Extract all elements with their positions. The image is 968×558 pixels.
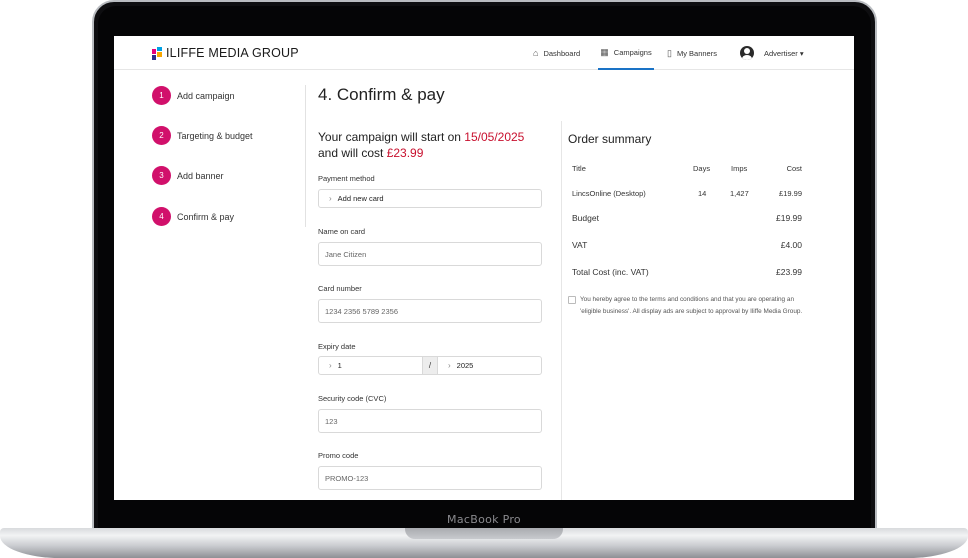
cvc-label: Security code (CVC) xyxy=(318,394,387,403)
laptop-model-label: MacBook Pro xyxy=(447,513,521,526)
col-imps-header: Imps xyxy=(731,164,748,173)
step-number: 4 xyxy=(152,207,171,226)
budget-value: £19.99 xyxy=(776,213,802,223)
chevron-right-icon: › xyxy=(329,194,332,203)
cvc-input[interactable]: 123 xyxy=(318,409,542,433)
budget-row: Budget £19.99 xyxy=(572,213,802,223)
account-menu-label: Advertiser ▾ xyxy=(764,48,804,58)
nav-dashboard[interactable]: ⌂ Dashboard xyxy=(533,36,580,70)
expiry-date-label: Expiry date xyxy=(318,342,356,351)
budget-label: Budget xyxy=(572,213,599,223)
step-label: Targeting & budget xyxy=(177,130,253,141)
chevron-right-icon: › xyxy=(329,361,332,370)
line-imps: 1,427 xyxy=(730,189,749,198)
expiry-month-value: 1 xyxy=(337,361,342,370)
top-navbar: ILIFFE MEDIA GROUP ⌂ Dashboard ▦ Campaig… xyxy=(114,36,854,70)
step-add-banner[interactable]: 3 Add banner xyxy=(152,166,224,185)
step-number: 3 xyxy=(152,166,171,185)
payment-method-value: Add new card xyxy=(337,194,384,203)
step-confirm-pay[interactable]: 4 Confirm & pay xyxy=(152,207,234,226)
name-on-card-input[interactable]: Jane Citizen xyxy=(318,242,542,266)
home-icon: ⌂ xyxy=(533,48,539,58)
steps-divider xyxy=(305,85,306,227)
order-summary-title: Order summary xyxy=(568,132,652,146)
start-date: 15/05/2025 xyxy=(464,130,525,144)
vat-row: VAT £4.00 xyxy=(572,240,802,250)
chevron-right-icon: › xyxy=(448,361,451,370)
brand-logo[interactable]: ILIFFE MEDIA GROUP xyxy=(152,45,299,61)
headline-prefix: Your campaign will start on xyxy=(318,130,465,144)
terms-text: You hereby agree to the terms and condit… xyxy=(580,296,803,315)
nav-my-banners[interactable]: ▯ My Banners xyxy=(667,36,717,70)
payment-method-select[interactable]: › Add new card xyxy=(318,189,542,208)
brand-logo-icon xyxy=(152,46,163,60)
total-cost: £23.99 xyxy=(386,145,424,160)
avatar xyxy=(740,46,754,60)
summary-divider xyxy=(561,121,562,500)
total-label: Total Cost (inc. VAT) xyxy=(572,267,649,277)
summary-table-header: Title Days Imps Cost xyxy=(572,164,802,174)
nav-my-banners-label: My Banners xyxy=(676,48,717,58)
nav-campaigns-label: Campaigns xyxy=(613,47,652,57)
brand-name: ILIFFE MEDIA GROUP xyxy=(166,46,299,60)
card-number-label: Card number xyxy=(318,284,362,293)
col-title-header: Title xyxy=(572,164,586,173)
step-number: 1 xyxy=(152,86,171,105)
bookmark-icon: ▯ xyxy=(667,47,672,58)
vat-label: VAT xyxy=(572,240,588,250)
expiry-year-value: 2025 xyxy=(456,361,474,370)
page-title: 4. Confirm & pay xyxy=(318,85,445,104)
card-number-input[interactable]: 1234 2356 5789 2356 xyxy=(318,299,542,323)
line-days: 14 xyxy=(698,189,707,198)
table-row: LincsOnline (Desktop) 14 1,427 £19.99 xyxy=(572,189,802,199)
expiry-separator: / xyxy=(422,357,438,374)
step-add-campaign[interactable]: 1 Add campaign xyxy=(152,86,235,105)
promo-code-label: Promo code xyxy=(318,451,359,460)
account-menu[interactable]: Advertiser ▾ xyxy=(740,36,804,70)
col-cost-header: Cost xyxy=(786,164,802,173)
expiry-month-select[interactable]: › 1 xyxy=(319,357,422,374)
step-targeting-budget[interactable]: 2 Targeting & budget xyxy=(152,126,253,145)
campaign-summary-headline: Your campaign will start on 15/05/2025 a… xyxy=(318,130,558,161)
total-value: £23.99 xyxy=(776,267,802,277)
line-cost: £19.99 xyxy=(779,189,802,198)
total-row: Total Cost (inc. VAT) £23.99 xyxy=(572,267,802,277)
headline-mid: and will cost xyxy=(318,145,387,160)
payment-method-label: Payment method xyxy=(318,174,375,183)
nav-dashboard-label: Dashboard xyxy=(543,48,581,58)
app-screen: ILIFFE MEDIA GROUP ⌂ Dashboard ▦ Campaig… xyxy=(114,36,854,500)
step-label: Confirm & pay xyxy=(177,211,235,222)
terms-checkbox[interactable] xyxy=(568,296,576,304)
step-number: 2 xyxy=(152,126,171,145)
expiry-date-field: › 1 / › 2025 xyxy=(318,356,542,375)
step-label: Add campaign xyxy=(177,90,235,101)
expiry-year-select[interactable]: › 2025 xyxy=(438,357,541,374)
calendar-icon: ▦ xyxy=(600,46,609,57)
col-days-header: Days xyxy=(693,164,711,173)
vat-value: £4.00 xyxy=(780,240,802,250)
step-label: Add banner xyxy=(177,170,224,181)
promo-code-input[interactable]: PROMO-123 xyxy=(318,466,542,490)
laptop-notch xyxy=(405,528,563,539)
name-on-card-label: Name on card xyxy=(318,227,366,236)
terms-agreement: You hereby agree to the terms and condit… xyxy=(568,294,808,317)
line-title: LincsOnline (Desktop) xyxy=(572,189,646,198)
nav-campaigns[interactable]: ▦ Campaigns xyxy=(598,36,654,70)
